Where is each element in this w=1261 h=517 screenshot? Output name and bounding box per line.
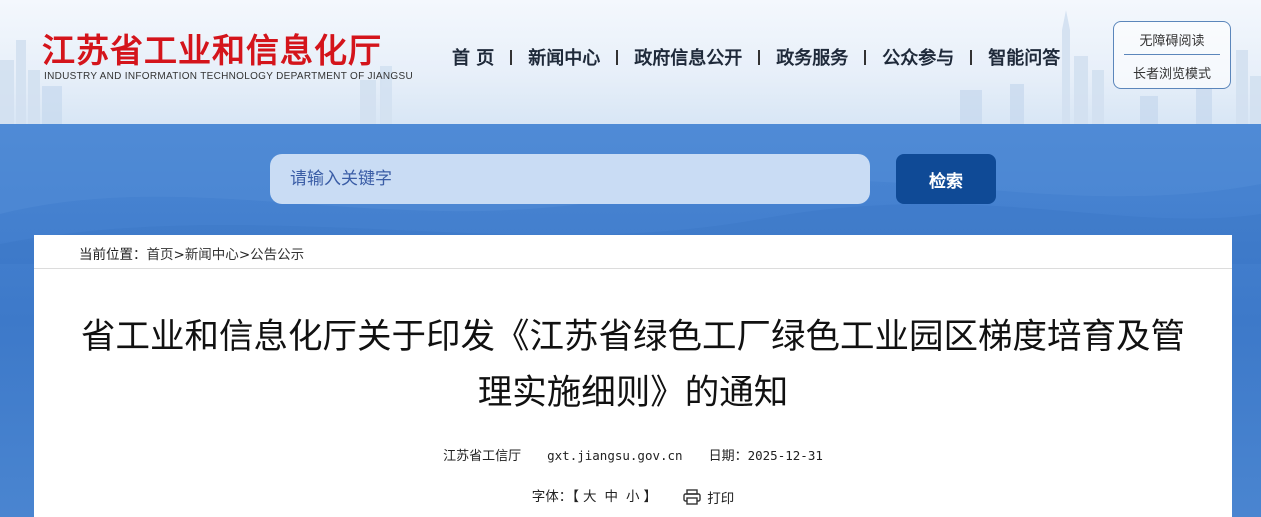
article-date: 2025-12-31: [747, 448, 823, 463]
print-button[interactable]: 打印: [683, 487, 734, 507]
nav-divider: [864, 49, 867, 65]
font-size-large[interactable]: 大: [583, 489, 597, 505]
font-bracket-close: 】: [643, 489, 657, 505]
accessible-reading-button[interactable]: 无障碍阅读: [1114, 30, 1230, 49]
article-date-label: 日期：: [708, 449, 748, 464]
font-size-small[interactable]: 小: [626, 489, 640, 505]
printer-icon: [683, 489, 701, 505]
article-meta: 江苏省工信厅 gxt.jiangsu.gov.cn 日期：2025-12-31: [34, 445, 1232, 464]
nav-divider: [510, 49, 513, 65]
breadcrumb-separator: >: [238, 247, 251, 263]
search-input[interactable]: [270, 154, 870, 204]
nav-item-participation[interactable]: 公众参与: [882, 44, 954, 70]
nav-item-qa[interactable]: 智能问答: [988, 44, 1060, 70]
main-nav: 首 页 新闻中心 政府信息公开 政务服务 公众参与 智能问答: [452, 44, 1060, 70]
font-size-controls: 字体：【大中小】 打印: [34, 485, 1232, 507]
article-title: 省工业和信息化厅关于印发《江苏省绿色工厂绿色工业园区梯度培育及管理实施细则》的通…: [81, 317, 1185, 413]
font-size-label: 字体：: [531, 489, 573, 505]
breadcrumb-separator: >: [173, 247, 185, 263]
font-bracket-open: 【: [572, 489, 579, 505]
nav-divider: [616, 49, 619, 65]
search-button[interactable]: 检索: [896, 154, 996, 204]
accessibility-box: 无障碍阅读 长者浏览模式: [1113, 21, 1231, 89]
breadcrumb-divider: [34, 268, 1232, 269]
site-logo-subtitle: INDUSTRY AND INFORMATION TECHNOLOGY DEPA…: [44, 71, 413, 82]
site-logo-title[interactable]: 江苏省工业和信息化厅: [42, 24, 382, 72]
elder-mode-button[interactable]: 长者浏览模式: [1114, 63, 1230, 82]
article-site: gxt.jiangsu.gov.cn: [547, 448, 683, 463]
site-header: 江苏省工业和信息化厅 INDUSTRY AND INFORMATION TECH…: [0, 0, 1261, 124]
font-size-medium[interactable]: 中: [604, 489, 618, 505]
nav-divider: [970, 49, 973, 65]
breadcrumb: 当前位置：首页>新闻中心>公告公示: [79, 243, 304, 263]
nav-item-services[interactable]: 政务服务: [776, 44, 848, 70]
nav-divider: [758, 49, 761, 65]
accessibility-divider: [1124, 54, 1220, 55]
breadcrumb-home[interactable]: 首页: [147, 247, 174, 263]
breadcrumb-notices[interactable]: 公告公示: [250, 247, 304, 263]
nav-item-news[interactable]: 新闻中心: [528, 44, 600, 70]
article-source: 江苏省工信厅: [443, 449, 522, 464]
print-label: 打印: [707, 491, 735, 507]
nav-item-home[interactable]: 首 页: [452, 44, 494, 70]
content-panel: 当前位置：首页>新闻中心>公告公示 省工业和信息化厅关于印发《江苏省绿色工厂绿色…: [34, 235, 1232, 517]
breadcrumb-news[interactable]: 新闻中心: [185, 247, 239, 263]
nav-item-gov-info[interactable]: 政府信息公开: [634, 44, 742, 70]
breadcrumb-label: 当前位置：: [79, 247, 147, 263]
